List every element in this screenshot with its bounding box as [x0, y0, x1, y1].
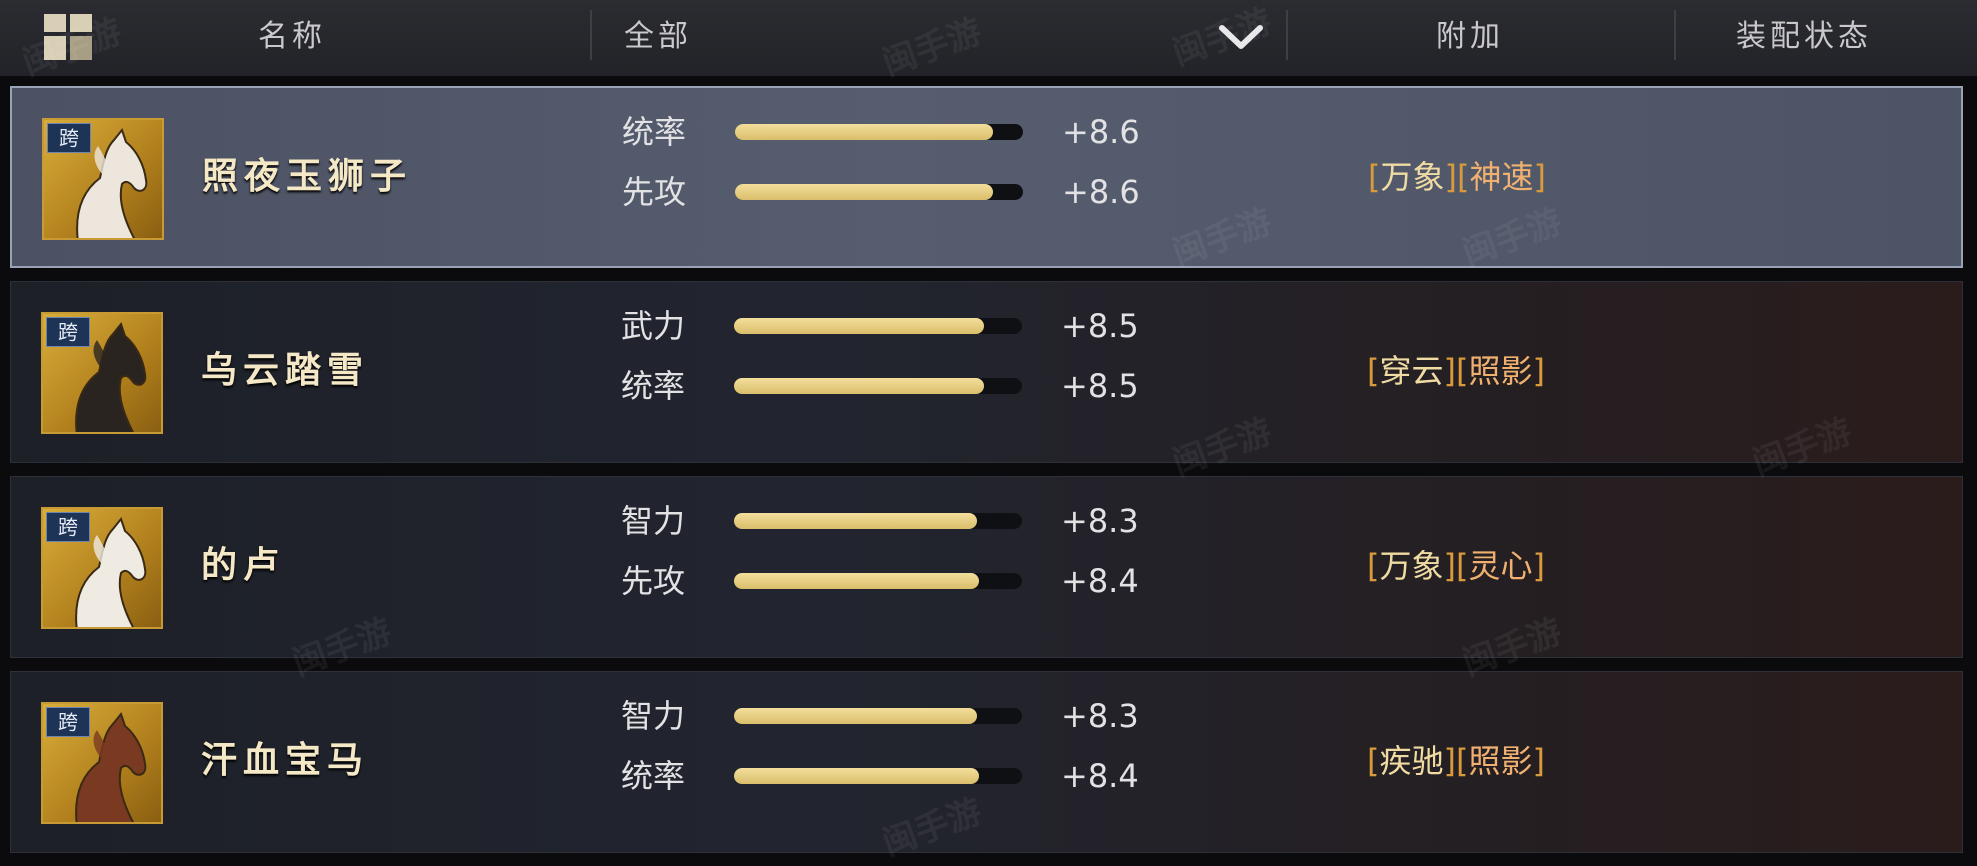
stat-bar	[734, 708, 1022, 724]
bracket: [	[1367, 352, 1380, 390]
bracket: ]	[1532, 742, 1545, 780]
horse-portrait[interactable]: 跨	[41, 507, 163, 629]
stat-bar	[734, 318, 1022, 334]
stat-bar	[735, 124, 1023, 140]
bonus-attr: 万象	[1379, 547, 1444, 585]
stat-value: +8.4	[1061, 562, 1139, 600]
bonus-attr: 灵心	[1468, 547, 1533, 585]
stat-bar-fill	[734, 573, 980, 589]
bracket: ]	[1443, 547, 1456, 585]
stat-label: 智力	[621, 697, 686, 735]
bracket: ]	[1444, 158, 1457, 196]
stat-bar	[734, 378, 1022, 394]
bracket: [	[1367, 547, 1380, 585]
bonus-attr: 万象	[1380, 158, 1445, 196]
bracket: ]	[1533, 158, 1546, 196]
name-column-header[interactable]: 名称	[258, 12, 326, 62]
stat-label: 武力	[621, 307, 686, 345]
stat-bar-fill	[734, 708, 977, 724]
bracket: ]	[1532, 547, 1545, 585]
stat-bar-fill	[735, 124, 993, 140]
extra-column-header: 附加	[1436, 19, 1504, 54]
stat-bar	[734, 768, 1022, 784]
mount-name: 乌云踏雪	[201, 349, 370, 391]
stat-bar	[735, 184, 1023, 200]
mount-name: 照夜玉狮子	[202, 155, 413, 197]
stat-label: 统率	[621, 367, 686, 405]
mount-row[interactable]: 跨 照夜玉狮子 统率 +8.6 先攻 +8.6 [万象][神速]	[10, 86, 1963, 268]
stat-label: 先攻	[621, 562, 686, 600]
stat-label: 先攻	[622, 173, 687, 211]
bracket: [	[1455, 742, 1469, 780]
bonus-attributes: [穿云][照影]	[1367, 346, 1545, 396]
bonus-attr: 疾驰	[1379, 742, 1444, 780]
cross-server-tag: 跨	[46, 317, 90, 347]
mount-row[interactable]: 跨 汗血宝马 智力 +8.3 统率 +8.4 [疾驰][照影]	[10, 671, 1963, 853]
header-divider	[590, 10, 592, 60]
stat-value: +8.5	[1061, 307, 1139, 345]
mount-name: 汗血宝马	[201, 739, 370, 781]
mount-name: 的卢	[201, 544, 286, 586]
stat-bar-fill	[734, 513, 977, 529]
bracket: [	[1456, 158, 1470, 196]
stat-label: 统率	[622, 113, 687, 151]
list-header: 名称 全部 附加 装配状态	[0, 0, 1977, 76]
cross-server-tag: 跨	[46, 512, 90, 542]
bracket: [	[1455, 547, 1469, 585]
grid-view-icon[interactable]	[44, 14, 92, 60]
filter-dropdown-value[interactable]: 全部	[624, 12, 692, 62]
bracket: [	[1367, 742, 1380, 780]
stat-value: +8.5	[1061, 367, 1139, 405]
bonus-attr: 照影	[1468, 742, 1533, 780]
bonus-attr: 神速	[1469, 158, 1534, 196]
bracket: ]	[1443, 352, 1456, 390]
stat-value: +8.3	[1061, 502, 1139, 540]
stat-label: 统率	[621, 757, 686, 795]
chevron-down-icon[interactable]	[1218, 20, 1264, 54]
stat-bar-fill	[734, 768, 980, 784]
bonus-attr: 穿云	[1379, 352, 1444, 390]
bonus-attributes: [万象][灵心]	[1367, 541, 1545, 591]
bracket: ]	[1443, 742, 1456, 780]
bracket: [	[1455, 352, 1469, 390]
stat-bar	[734, 573, 1022, 589]
mount-row[interactable]: 跨 乌云踏雪 武力 +8.5 统率 +8.5 [穿云][照影]	[10, 281, 1963, 463]
stat-value: +8.6	[1062, 173, 1140, 211]
bracket: [	[1368, 158, 1381, 196]
stat-bar-fill	[735, 184, 993, 200]
stat-bar-fill	[734, 378, 985, 394]
stat-value: +8.4	[1061, 757, 1139, 795]
mount-row[interactable]: 跨 的卢 智力 +8.3 先攻 +8.4 [万象][灵心]	[10, 476, 1963, 658]
stat-bar-fill	[734, 318, 985, 334]
stat-bar	[734, 513, 1022, 529]
stat-value: +8.3	[1061, 697, 1139, 735]
horse-portrait[interactable]: 跨	[42, 118, 164, 240]
horse-portrait[interactable]: 跨	[41, 702, 163, 824]
stat-value: +8.6	[1062, 113, 1140, 151]
horse-portrait[interactable]: 跨	[41, 312, 163, 434]
header-divider	[1674, 10, 1676, 60]
bonus-attributes: [万象][神速]	[1368, 152, 1546, 202]
cross-server-tag: 跨	[46, 707, 90, 737]
bracket: ]	[1532, 352, 1545, 390]
cross-server-tag: 跨	[47, 123, 91, 153]
header-divider	[1286, 10, 1288, 60]
bonus-attr: 照影	[1468, 352, 1533, 390]
status-column-header[interactable]: 装配状态	[1736, 12, 1872, 62]
stat-label: 智力	[621, 502, 686, 540]
bonus-attributes: [疾驰][照影]	[1367, 736, 1545, 786]
